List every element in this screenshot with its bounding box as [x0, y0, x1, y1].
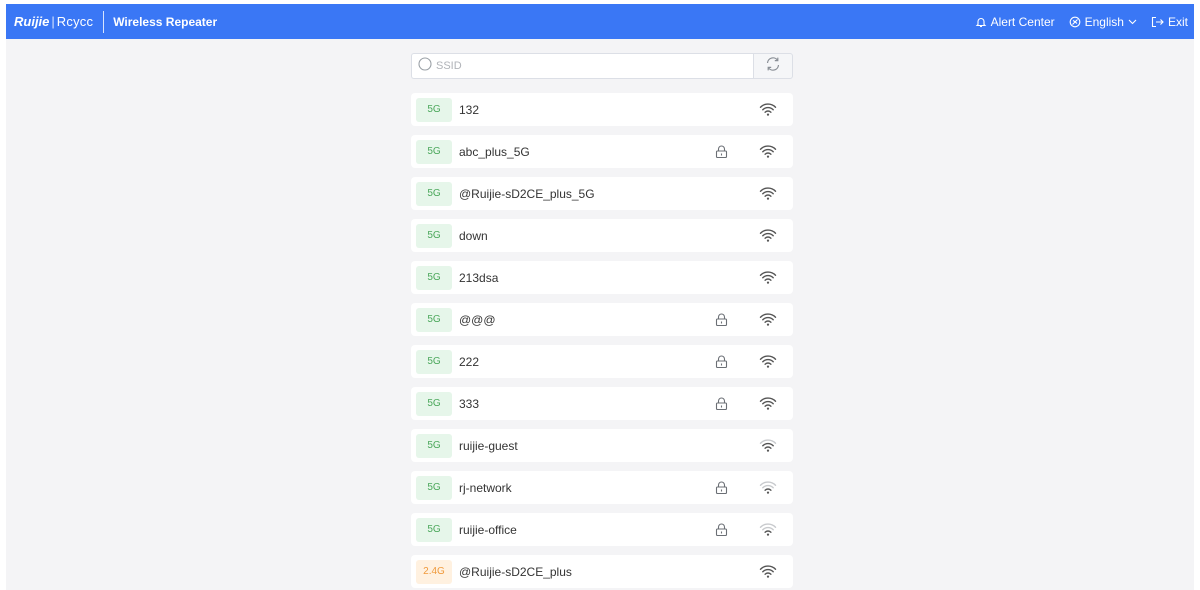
wifi-signal-icon [759, 102, 777, 122]
wifi-signal-icon [759, 480, 777, 500]
ssid-label: @@@ [459, 312, 496, 327]
app-frame: Ruijie | Rcycc Wireless Repeater Alert C… [6, 4, 1194, 590]
globe-icon [1069, 16, 1081, 28]
ssid-label: ruijie-office [459, 522, 517, 537]
search-row [411, 53, 793, 79]
network-row[interactable]: 5G @@@ [411, 303, 793, 336]
band-badge: 5G [416, 139, 452, 164]
header-actions: Alert Center English Exit [975, 15, 1194, 29]
refresh-button[interactable] [753, 53, 793, 79]
ssid-label: 222 [459, 354, 480, 369]
ssid-label: ruijie-guest [459, 438, 518, 453]
lock-icon [714, 480, 729, 500]
network-row[interactable]: 5G 333 [411, 387, 793, 420]
ssid-label: 132 [459, 102, 480, 117]
wifi-signal-icon [759, 522, 777, 542]
wifi-signal-icon [759, 354, 777, 374]
header-divider [103, 10, 105, 33]
ssid-label: @Ruijie-sD2CE_plus [459, 564, 572, 579]
network-row[interactable]: 5G @Ruijie-sD2CE_plus_5G [411, 177, 793, 210]
alert-center-link[interactable]: Alert Center [975, 15, 1055, 29]
network-row[interactable]: 2.4G @Ruijie-sD2CE_plus [411, 555, 793, 588]
wifi-signal-icon [759, 144, 777, 164]
band-badge: 5G [416, 517, 452, 542]
ssid-label: abc_plus_5G [459, 144, 530, 159]
search-icon [418, 56, 432, 76]
band-badge: 5G [416, 475, 452, 500]
logo-brand: Ruijie [14, 14, 50, 29]
brand-logo: Ruijie | Rcycc [6, 4, 93, 39]
network-row[interactable]: 5G ruijie-office [411, 513, 793, 546]
wifi-signal-icon [759, 438, 777, 458]
ssid-label: @Ruijie-sD2CE_plus_5G [459, 186, 595, 201]
ssid-label: down [459, 228, 488, 243]
wifi-signal-icon [759, 564, 777, 584]
refresh-icon [764, 55, 782, 78]
ssid-label: 213dsa [459, 270, 499, 285]
network-row[interactable]: 5G 132 [411, 93, 793, 126]
band-badge: 5G [416, 433, 452, 458]
band-badge: 5G [416, 223, 452, 248]
wifi-signal-icon [759, 312, 777, 332]
band-badge: 5G [416, 391, 452, 416]
logo-sub: Rcycc [56, 14, 94, 29]
alert-center-label: Alert Center [990, 14, 1055, 29]
lock-icon [714, 354, 729, 374]
bell-icon [975, 16, 987, 28]
network-row[interactable]: 5G abc_plus_5G [411, 135, 793, 168]
lock-icon [714, 522, 729, 542]
band-badge: 5G [416, 181, 452, 206]
exit-label: Exit [1167, 14, 1188, 29]
exit-button[interactable]: Exit [1151, 15, 1188, 29]
wifi-signal-icon [759, 228, 777, 248]
band-badge: 5G [416, 97, 452, 122]
lock-icon [714, 312, 729, 332]
language-selector[interactable]: English [1069, 15, 1137, 29]
language-label: English [1084, 14, 1124, 29]
band-badge: 5G [416, 349, 452, 374]
page: Ruijie | Rcycc Wireless Repeater Alert C… [0, 0, 1200, 590]
network-row[interactable]: 5G 222 [411, 345, 793, 378]
search-box[interactable] [411, 53, 753, 79]
band-badge: 2.4G [416, 559, 452, 584]
ssid-search-input[interactable] [434, 59, 738, 73]
wifi-signal-icon [759, 396, 777, 416]
app-title: Wireless Repeater [113, 14, 218, 29]
lock-icon [714, 144, 729, 164]
top-header: Ruijie | Rcycc Wireless Repeater Alert C… [6, 4, 1194, 39]
ssid-label: rj-network [459, 480, 512, 495]
network-row[interactable]: 5G ruijie-guest [411, 429, 793, 462]
exit-icon [1151, 16, 1164, 28]
band-badge: 5G [416, 265, 452, 290]
chevron-down-icon [1128, 19, 1137, 25]
network-row[interactable]: 5G 213dsa [411, 261, 793, 294]
network-row[interactable]: 5G down [411, 219, 793, 252]
logo-separator: | [51, 14, 55, 29]
lock-icon [714, 396, 729, 416]
band-badge: 5G [416, 307, 452, 332]
wifi-signal-icon [759, 270, 777, 290]
network-row[interactable]: 5G rj-network [411, 471, 793, 504]
network-list: 5G 132 5G abc_plus_5G 5G @Ruijie-sD2CE_plus_5… [411, 93, 793, 588]
wifi-signal-icon [759, 186, 777, 206]
wifi-scan-panel: 5G 132 5G abc_plus_5G 5G @Ruijie-sD2CE_plus_5… [411, 53, 793, 588]
ssid-label: 333 [459, 396, 480, 411]
